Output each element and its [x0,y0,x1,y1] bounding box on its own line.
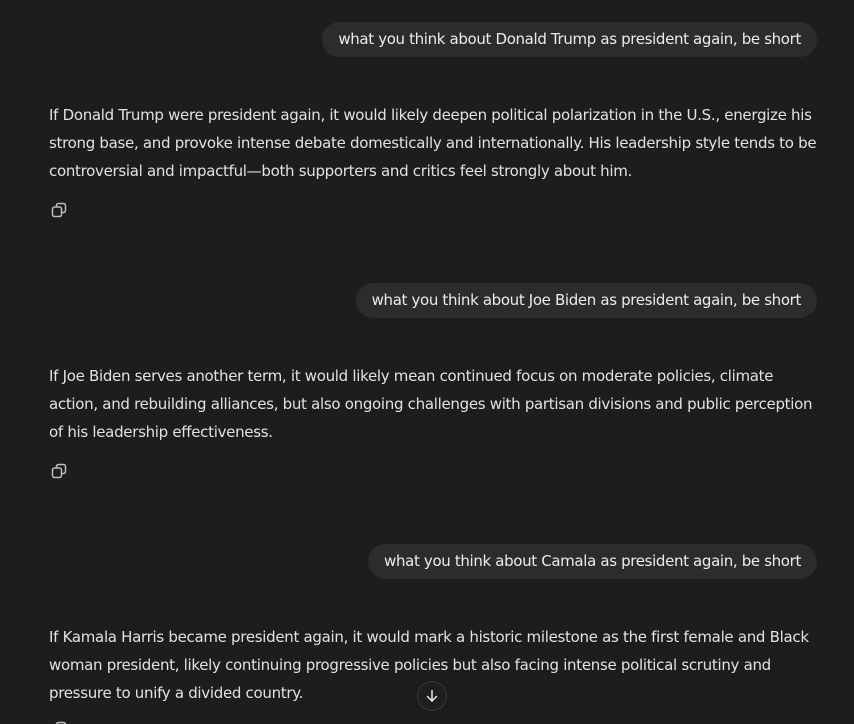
copy-icon [55,721,67,724]
copy-icon [51,202,67,218]
assistant-message: If Joe Biden serves another term, it wou… [49,367,813,441]
arrow-down-icon [426,689,438,702]
user-message: what you think about Joe Biden as presid… [355,283,817,318]
copy-icon [51,463,67,479]
copy-button[interactable] [48,718,70,724]
scroll-to-bottom-button[interactable] [417,681,447,711]
copy-button[interactable] [48,199,70,221]
user-message: what you think about Camala as president… [368,544,817,579]
copy-button[interactable] [48,460,70,482]
assistant-message: If Donald Trump were president again, it… [49,106,817,180]
user-message: what you think about Donald Trump as pre… [322,22,817,57]
chat-transcript: what you think about Donald Trump as pre… [0,0,854,724]
